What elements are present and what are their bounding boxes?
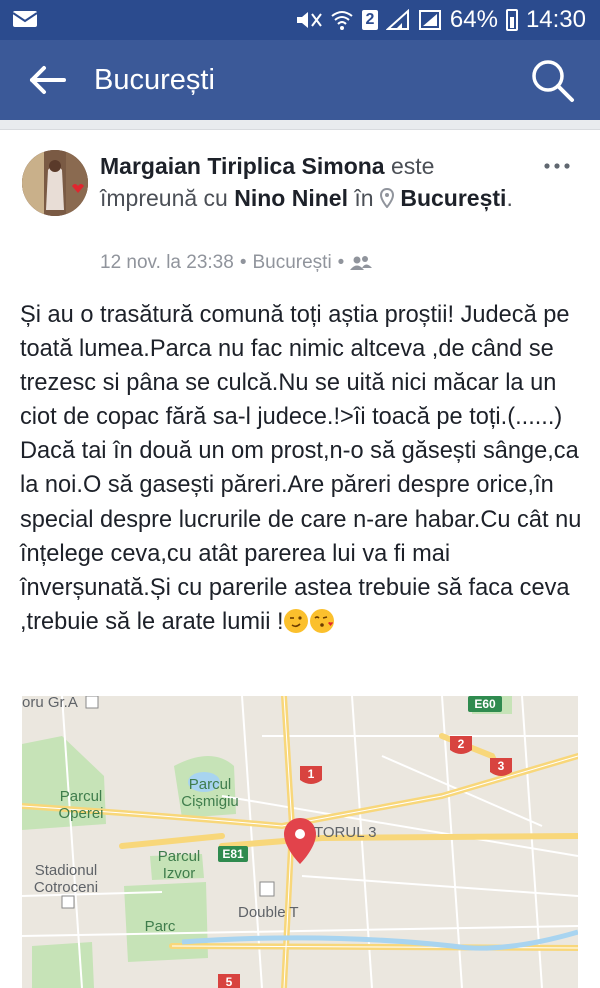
- location-pin-icon: [379, 187, 394, 209]
- wifi-icon: [331, 11, 353, 30]
- tagged-name[interactable]: Nino Ninel: [234, 185, 348, 211]
- in-text: în: [354, 185, 374, 211]
- feed-divider: [0, 120, 600, 130]
- app-bar: București: [0, 40, 600, 120]
- page-title: București: [94, 64, 215, 96]
- battery-icon: [505, 9, 518, 31]
- meta-location[interactable]: București: [252, 252, 331, 274]
- avatar[interactable]: [22, 150, 88, 216]
- search-icon[interactable]: [528, 56, 576, 104]
- meta-separator: •: [239, 252, 247, 273]
- location-name[interactable]: București: [400, 185, 506, 211]
- status-bar: 2 64% 14:30: [0, 0, 600, 40]
- more-options-icon[interactable]: [542, 156, 572, 176]
- battery-percent: 64%: [449, 6, 498, 33]
- map-label-torul: TORUL 3: [314, 824, 377, 841]
- map-route-e81: E81: [222, 847, 244, 861]
- map-label-double-t: Double T: [238, 904, 299, 921]
- post-header: Margaian Tiriplica Simona este împreună …: [100, 150, 530, 214]
- avatar-image: [22, 150, 88, 216]
- map-label-parc-operei: Parcul Operei: [58, 788, 104, 822]
- map-label-parc-izvor: Parcul Izvor: [157, 848, 201, 882]
- back-arrow-icon[interactable]: [26, 60, 70, 100]
- map-label-parc-cismigiu: Parcul Cișmigiu: [181, 776, 239, 810]
- post-date[interactable]: 12 nov. la 23:38: [100, 252, 234, 274]
- signal-icon: [385, 9, 409, 30]
- post-text: Și au o trasătură comună toți aștia proș…: [20, 298, 586, 639]
- map-label-top-left: oru Gr.A: [22, 696, 78, 711]
- map-route-3: 3: [497, 759, 505, 773]
- post-meta: 12 nov. la 23:38 • București •: [100, 252, 373, 274]
- author-name[interactable]: Margaian Tiriplica Simona: [100, 153, 385, 179]
- friends-audience-icon: [350, 256, 373, 270]
- signal-icon-2: [418, 10, 441, 30]
- map-route-e60: E60: [474, 697, 496, 711]
- sim-indicator: 2: [361, 10, 378, 30]
- clock: 14:30: [525, 6, 586, 33]
- map-route-1: 1: [307, 767, 315, 781]
- map-tiles: [22, 696, 578, 988]
- period: .: [506, 185, 513, 211]
- map-route-2: 2: [457, 737, 465, 751]
- kiss-emoji-icon: [309, 608, 334, 633]
- map-route-5: 5: [225, 975, 233, 988]
- meta-separator-2: •: [337, 252, 345, 273]
- wink-emoji-icon: [283, 608, 308, 633]
- notification-icon: [12, 11, 38, 27]
- mute-icon: [296, 12, 322, 28]
- post-body-text: Și au o trasătură comună toți aștia proș…: [20, 302, 582, 635]
- map-label-stadion: Stadionul Cotroceni: [33, 862, 99, 896]
- map-label-parc: Parc: [144, 918, 176, 935]
- location-map[interactable]: oru Gr.A Parcul Operei Parcul Cișmigiu S…: [22, 696, 578, 988]
